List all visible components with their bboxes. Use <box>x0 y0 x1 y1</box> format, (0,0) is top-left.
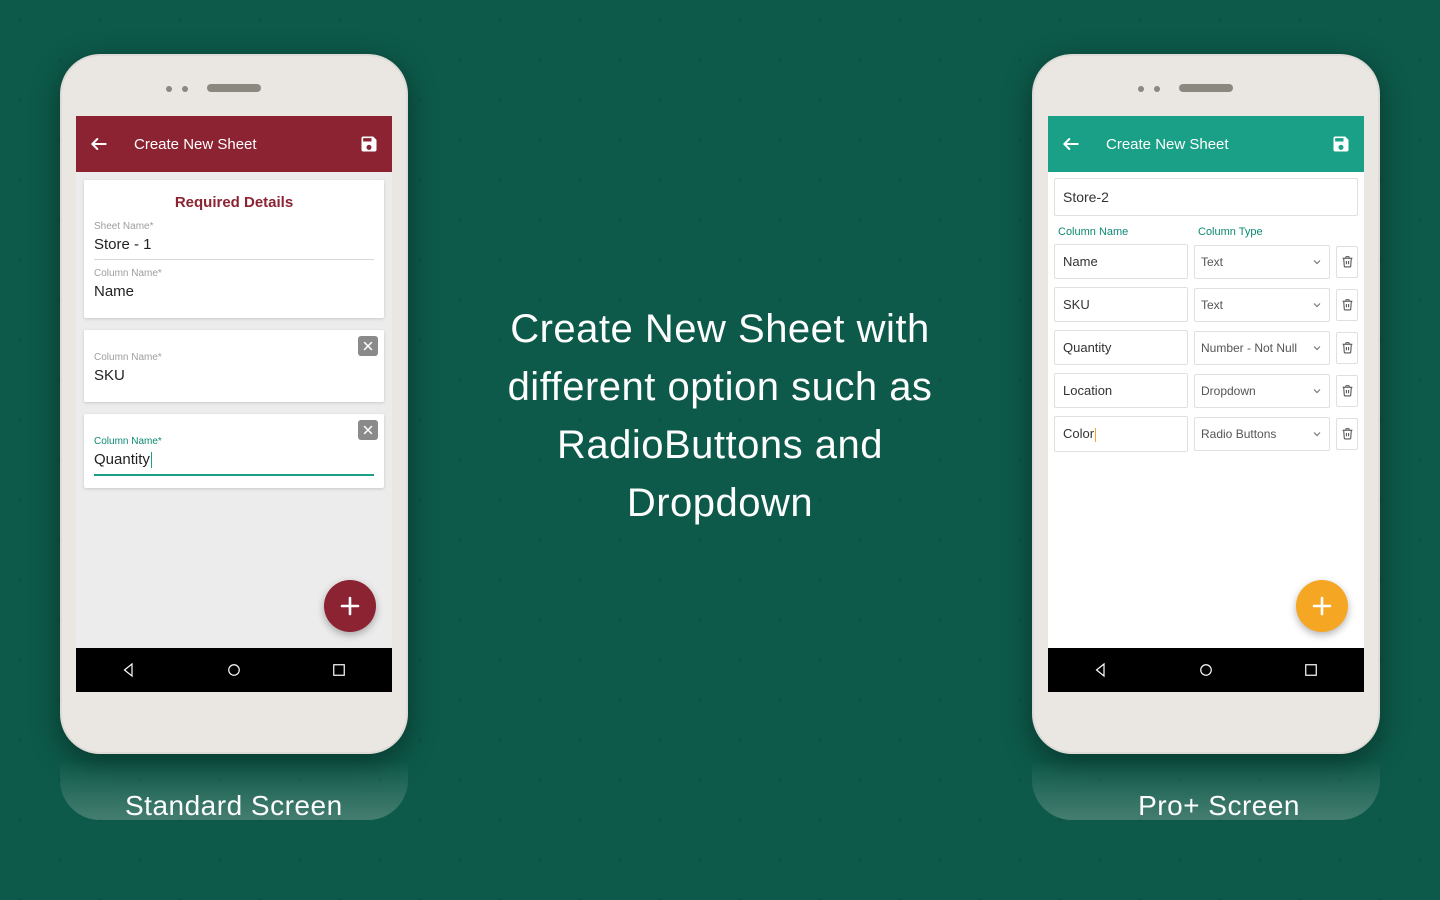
card-heading: Required Details <box>94 194 374 211</box>
delete-column-button[interactable] <box>358 420 378 440</box>
close-icon <box>362 340 374 352</box>
chevron-down-icon <box>1311 428 1323 440</box>
column-name-text: Quantity <box>94 451 150 468</box>
column-type-select[interactable]: Dropdown <box>1194 374 1330 408</box>
close-icon <box>362 424 374 436</box>
column-row: Name Text <box>1054 244 1358 279</box>
add-column-fab[interactable] <box>1296 580 1348 632</box>
trash-icon <box>1341 255 1354 268</box>
chevron-down-icon <box>1311 256 1323 268</box>
column-name-label: Column Name* <box>94 436 374 447</box>
text-cursor <box>1095 428 1096 442</box>
trash-icon <box>1341 298 1354 311</box>
back-arrow-icon[interactable] <box>88 133 110 155</box>
appbar-pro: Create New Sheet <box>1048 116 1364 172</box>
appbar-title: Create New Sheet <box>134 136 358 153</box>
delete-column-button[interactable] <box>1336 289 1358 321</box>
column-name-label: Column Name* <box>94 268 374 279</box>
column-headers: Column Name Column Type <box>1054 226 1358 244</box>
phone-sensor <box>1154 86 1160 92</box>
column-type-select[interactable]: Text <box>1194 288 1330 322</box>
nav-recent-icon[interactable] <box>330 661 348 679</box>
header-column-type: Column Type <box>1198 226 1354 238</box>
column-name-field[interactable]: Name <box>1054 244 1188 279</box>
screen-pro: Create New Sheet Store-2 Column Name Col… <box>1048 116 1364 692</box>
phone-speaker <box>1179 84 1233 92</box>
phone-frame-pro: Create New Sheet Store-2 Column Name Col… <box>1032 54 1380 754</box>
phone-speaker <box>207 84 261 92</box>
phone-sensor <box>1138 86 1144 92</box>
delete-column-button[interactable] <box>1336 332 1358 364</box>
sheet-name-field[interactable]: Store-2 <box>1054 178 1358 216</box>
nav-back-icon[interactable] <box>120 661 138 679</box>
nav-home-icon[interactable] <box>1197 661 1215 679</box>
nav-back-icon[interactable] <box>1092 661 1110 679</box>
appbar-title: Create New Sheet <box>1106 136 1330 153</box>
column-row: Location Dropdown <box>1054 373 1358 408</box>
back-arrow-icon[interactable] <box>1060 133 1082 155</box>
column-card: Column Name* SKU <box>84 330 384 402</box>
android-navbar <box>76 648 392 692</box>
column-name-field[interactable]: Name <box>94 279 374 306</box>
column-name-field[interactable]: SKU <box>1054 287 1188 322</box>
column-row: SKU Text <box>1054 287 1358 322</box>
delete-column-button[interactable] <box>1336 375 1358 407</box>
add-column-fab[interactable] <box>324 580 376 632</box>
column-name-field[interactable]: Quantity <box>94 447 374 476</box>
text-cursor <box>151 452 152 468</box>
save-icon[interactable] <box>1330 133 1352 155</box>
column-type-select[interactable]: Radio Buttons <box>1194 417 1330 451</box>
trash-icon <box>1341 341 1354 354</box>
nav-home-icon[interactable] <box>225 661 243 679</box>
column-type-text: Number - Not Null <box>1201 341 1297 355</box>
chevron-down-icon <box>1311 342 1323 354</box>
nav-recent-icon[interactable] <box>1302 661 1320 679</box>
column-row: Color Radio Buttons <box>1054 416 1358 452</box>
column-name-field[interactable]: Quantity <box>1054 330 1188 365</box>
sheet-name-field[interactable]: Store - 1 <box>94 232 374 260</box>
save-icon[interactable] <box>358 133 380 155</box>
delete-column-button[interactable] <box>358 336 378 356</box>
content-standard: Required Details Sheet Name* Store - 1 C… <box>76 172 392 648</box>
column-type-text: Text <box>1201 298 1223 312</box>
column-type-text: Text <box>1201 255 1223 269</box>
android-navbar <box>1048 648 1364 692</box>
plus-icon <box>1310 594 1334 618</box>
column-name-field[interactable]: Color <box>1054 416 1188 452</box>
phone-sensor <box>182 86 188 92</box>
headline-text: Create New Sheet with different option s… <box>480 300 960 532</box>
column-type-text: Radio Buttons <box>1201 427 1276 441</box>
screen-standard: Create New Sheet Required Details Sheet … <box>76 116 392 692</box>
trash-icon <box>1341 384 1354 397</box>
phone-frame-standard: Create New Sheet Required Details Sheet … <box>60 54 408 754</box>
column-row: Quantity Number - Not Null <box>1054 330 1358 365</box>
header-column-name: Column Name <box>1058 226 1198 238</box>
trash-icon <box>1341 427 1354 440</box>
required-details-card: Required Details Sheet Name* Store - 1 C… <box>84 180 384 318</box>
column-name-field[interactable]: SKU <box>94 363 374 390</box>
column-type-text: Dropdown <box>1201 384 1256 398</box>
sheet-name-label: Sheet Name* <box>94 221 374 232</box>
column-type-select[interactable]: Number - Not Null <box>1194 331 1330 365</box>
column-type-select[interactable]: Text <box>1194 245 1330 279</box>
column-name-label: Column Name* <box>94 352 374 363</box>
column-card: Column Name* Quantity <box>84 414 384 488</box>
plus-icon <box>338 594 362 618</box>
appbar-standard: Create New Sheet <box>76 116 392 172</box>
content-pro: Store-2 Column Name Column Type Name Tex… <box>1048 172 1364 648</box>
promo-stage: Create New Sheet with different option s… <box>0 0 1440 900</box>
delete-column-button[interactable] <box>1336 418 1358 450</box>
delete-column-button[interactable] <box>1336 246 1358 278</box>
column-name-text: Color <box>1063 426 1094 441</box>
phone-sensor <box>166 86 172 92</box>
caption-pro: Pro+ Screen <box>1138 790 1300 822</box>
chevron-down-icon <box>1311 299 1323 311</box>
caption-standard: Standard Screen <box>125 790 343 822</box>
column-name-field[interactable]: Location <box>1054 373 1188 408</box>
chevron-down-icon <box>1311 385 1323 397</box>
